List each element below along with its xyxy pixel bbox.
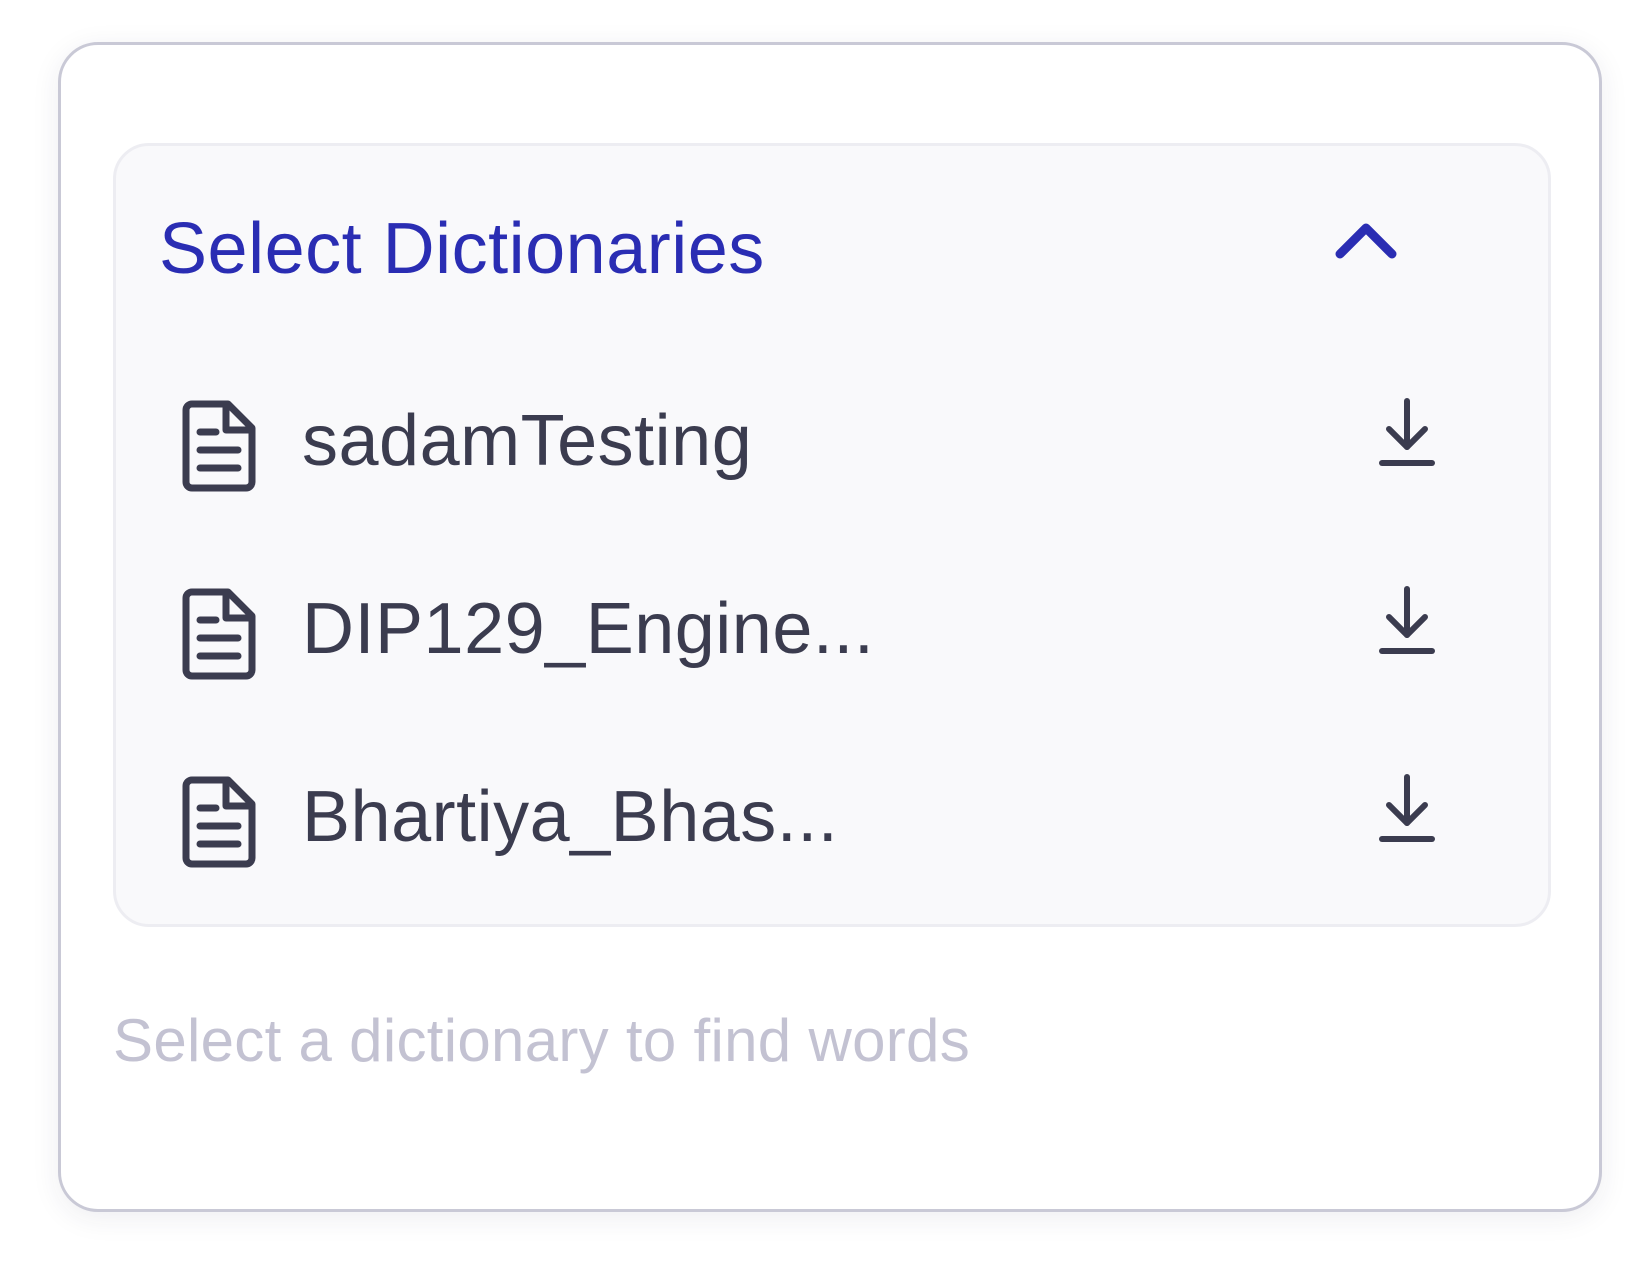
download-icon[interactable] (1379, 585, 1435, 657)
dictionary-name: sadamTesting (302, 401, 753, 481)
download-icon[interactable] (1379, 397, 1435, 469)
download-icon[interactable] (1379, 773, 1435, 845)
dictionary-name: Bhartiya_Bhas... (302, 777, 839, 857)
dictionary-card: Select Dictionaries sadamTesting DIP129_… (58, 42, 1602, 1212)
empty-state-hint: Select a dictionary to find words (113, 1007, 970, 1074)
file-text-icon (182, 776, 256, 868)
dictionary-name: DIP129_Engine... (302, 589, 875, 669)
dictionary-list-item[interactable]: DIP129_Engine... (116, 570, 1548, 720)
file-text-icon (182, 400, 256, 492)
dictionary-dropdown-header[interactable]: Select Dictionaries (116, 146, 1548, 346)
chevron-up-icon[interactable] (1334, 216, 1398, 264)
dropdown-title: Select Dictionaries (159, 209, 765, 289)
dictionary-list-item[interactable]: sadamTesting (116, 382, 1548, 532)
dictionary-list-item[interactable]: Bhartiya_Bhas... (116, 758, 1548, 908)
file-text-icon (182, 588, 256, 680)
dictionary-dropdown-panel: Select Dictionaries sadamTesting DIP129_… (113, 143, 1551, 927)
